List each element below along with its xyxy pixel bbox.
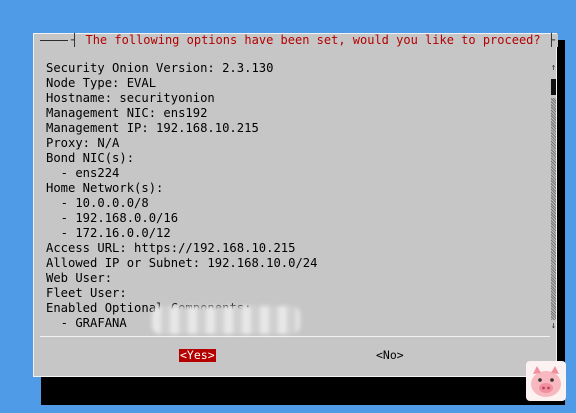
summary-line: - 10.0.0.0/8 xyxy=(46,196,149,210)
summary-line: Web User: xyxy=(46,271,113,285)
summary-line: Proxy: N/A xyxy=(46,136,120,150)
scrollbar[interactable]: ↑ ↓ xyxy=(550,64,557,334)
summary-line: Security Onion Version: 2.3.130 xyxy=(46,61,274,75)
dialog-shadow xyxy=(557,40,565,405)
pig-mascot-icon xyxy=(526,361,566,401)
no-button[interactable]: <No> xyxy=(375,349,405,362)
summary-line: Management NIC: ens192 xyxy=(46,106,208,120)
summary-line: Home Network(s): xyxy=(46,181,164,195)
scroll-up-arrow[interactable]: ↑ xyxy=(550,64,557,73)
summary-line: Fleet User: xyxy=(46,286,127,300)
summary-line: Management IP: 192.168.10.215 xyxy=(46,121,259,135)
summary-line: - 172.16.0.0/12 xyxy=(46,226,171,240)
scroll-track[interactable] xyxy=(551,98,556,320)
summary-line: Bond NIC(s): xyxy=(46,151,135,165)
summary-line: - ens224 xyxy=(46,166,120,180)
confirmation-dialog: ┤ The following options have been set, w… xyxy=(33,33,559,377)
dialog-shadow xyxy=(41,377,565,405)
redacted-user-values xyxy=(152,306,300,334)
summary-line: Access URL: https://192.168.10.215 xyxy=(46,241,296,255)
summary-line: Hostname: securityonion xyxy=(46,91,215,105)
dialog-title: ┤ The following options have been set, w… xyxy=(68,33,559,47)
summary-line: Allowed IP or Subnet: 192.168.10.0/24 xyxy=(46,256,318,270)
settings-summary: Security Onion Version: 2.3.130 Node Typ… xyxy=(46,61,536,331)
scroll-thumb[interactable] xyxy=(551,79,556,95)
summary-line: - 192.168.0.0/16 xyxy=(46,211,179,225)
yes-button[interactable]: <Yes> xyxy=(179,349,216,362)
summary-line: Node Type: EVAL xyxy=(46,76,157,90)
dialog-title-text: The following options have been set, wou… xyxy=(85,33,541,47)
scroll-down-arrow[interactable]: ↓ xyxy=(550,322,557,331)
dialog-bottom-divider xyxy=(40,336,550,337)
